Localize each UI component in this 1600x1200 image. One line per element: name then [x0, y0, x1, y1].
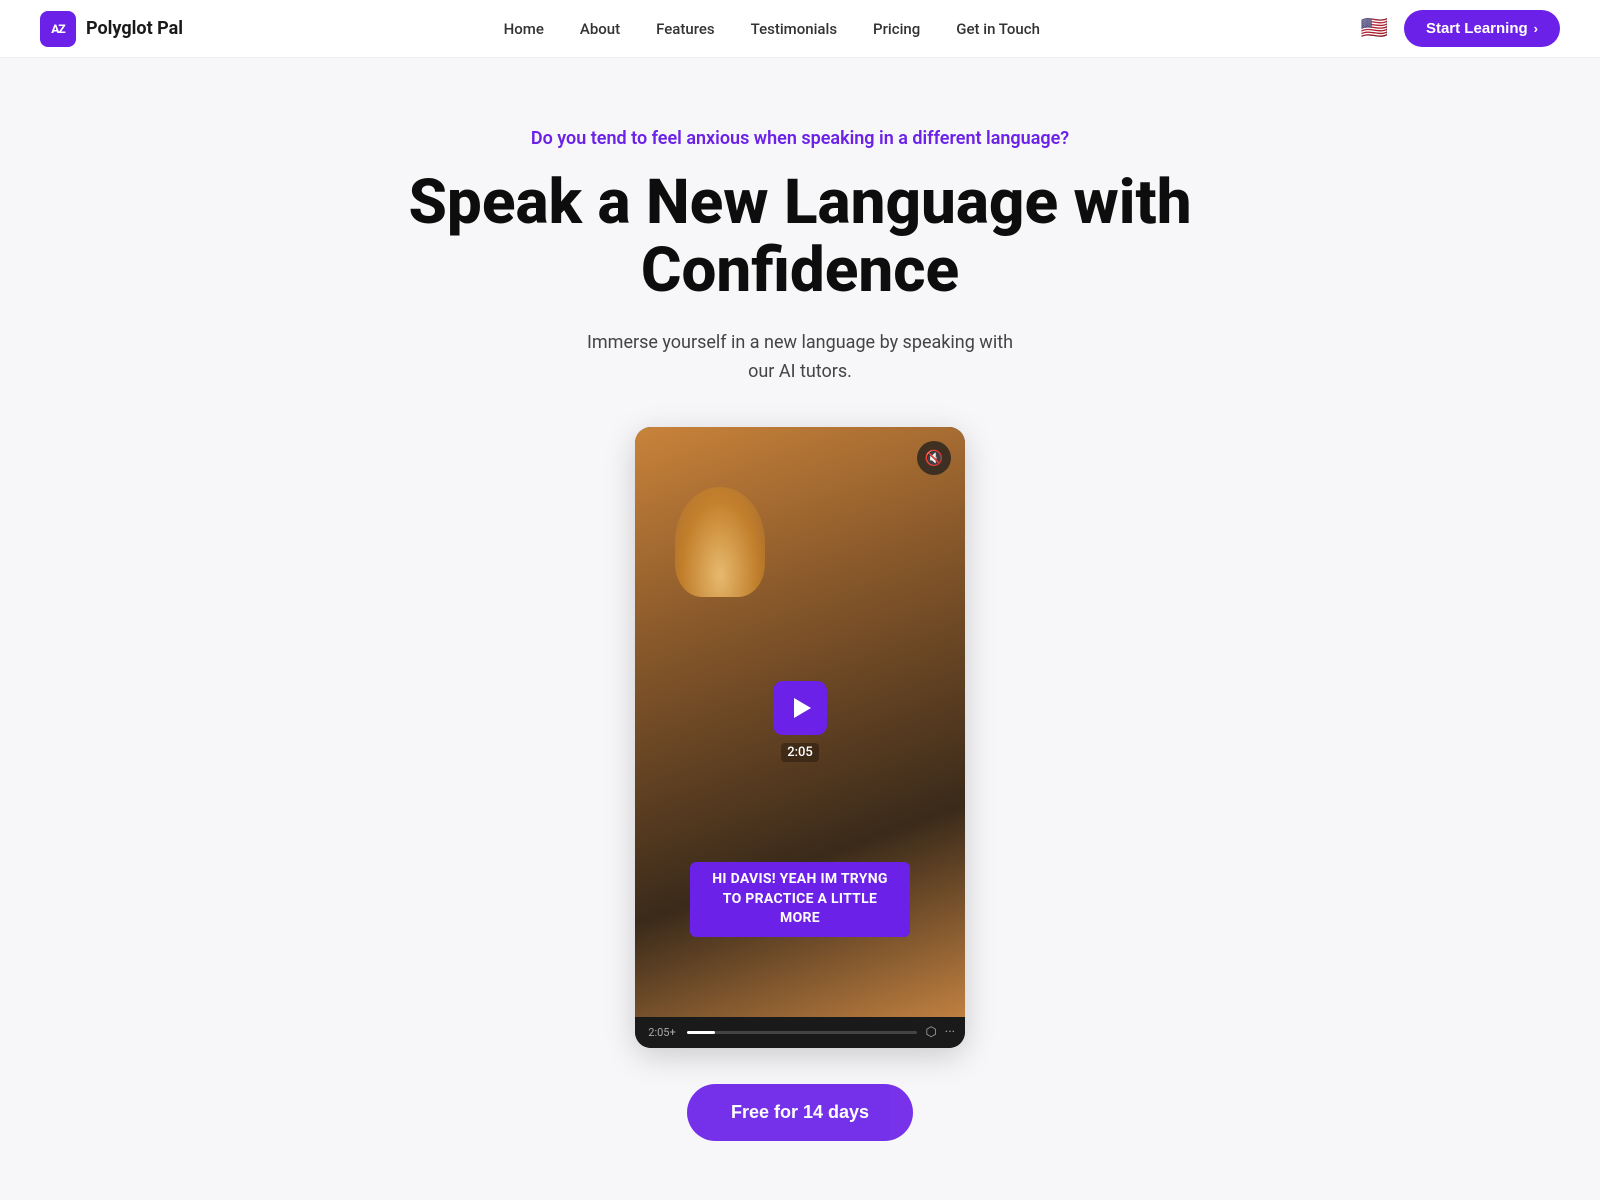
hero-title: Speak a New Language with Confidence: [350, 169, 1250, 305]
nav-item-features[interactable]: Features: [656, 20, 714, 38]
mute-icon: 🔇: [925, 449, 944, 467]
video-progress-bar[interactable]: [687, 1031, 917, 1034]
nav-item-about[interactable]: About: [580, 20, 620, 38]
brand-name: Polyglot Pal: [86, 18, 183, 39]
nav-item-testimonials[interactable]: Testimonials: [751, 20, 837, 38]
navbar: AZ Polyglot Pal Home About Features Test…: [0, 0, 1600, 58]
nav-item-pricing[interactable]: Pricing: [873, 20, 920, 38]
logo-link[interactable]: AZ Polyglot Pal: [40, 11, 183, 47]
logo-icon: AZ: [40, 11, 76, 47]
nav-item-get-in-touch[interactable]: Get in Touch: [956, 20, 1040, 38]
play-area: 2:05: [773, 681, 827, 762]
nav-right: 🇺🇸 Start Learning ›: [1361, 10, 1560, 47]
nav-links: Home About Features Testimonials Pricing…: [504, 19, 1040, 38]
video-extra-icons: ⬡ ···: [925, 1025, 955, 1040]
start-learning-button[interactable]: Start Learning ›: [1404, 10, 1560, 47]
nav-item-home[interactable]: Home: [504, 20, 544, 38]
video-subtitle: HI DAVIS! YEAH IM TRYNG TO PRACTICE A LI…: [690, 862, 910, 937]
hero-tagline: Do you tend to feel anxious when speakin…: [531, 128, 1069, 149]
video-current-time: 2:05+: [645, 1026, 679, 1039]
cta-bottom-area: Free for 14 days: [687, 1084, 913, 1141]
video-controls: 2:05+ ⬡ ···: [635, 1017, 965, 1048]
language-flag[interactable]: 🇺🇸: [1361, 16, 1388, 41]
video-player: 🔇 2:05 HI DAVIS! YEAH IM TRYNG TO PRACTI…: [635, 427, 965, 1048]
play-button[interactable]: [773, 681, 827, 735]
play-triangle-icon: [794, 698, 811, 718]
free-trial-button[interactable]: Free for 14 days: [687, 1084, 913, 1141]
mute-button[interactable]: 🔇: [917, 441, 951, 475]
hero-section: Do you tend to feel anxious when speakin…: [0, 58, 1600, 1181]
video-progress-fill: [687, 1031, 715, 1034]
video-thumbnail: 🔇 2:05 HI DAVIS! YEAH IM TRYNG TO PRACTI…: [635, 427, 965, 1017]
video-more-icon[interactable]: ···: [945, 1025, 955, 1040]
video-duration: 2:05: [781, 743, 819, 762]
hero-subtitle: Immerse yourself in a new language by sp…: [587, 329, 1013, 387]
chevron-right-icon: ›: [1534, 21, 1538, 36]
video-layers-icon[interactable]: ⬡: [925, 1025, 936, 1040]
